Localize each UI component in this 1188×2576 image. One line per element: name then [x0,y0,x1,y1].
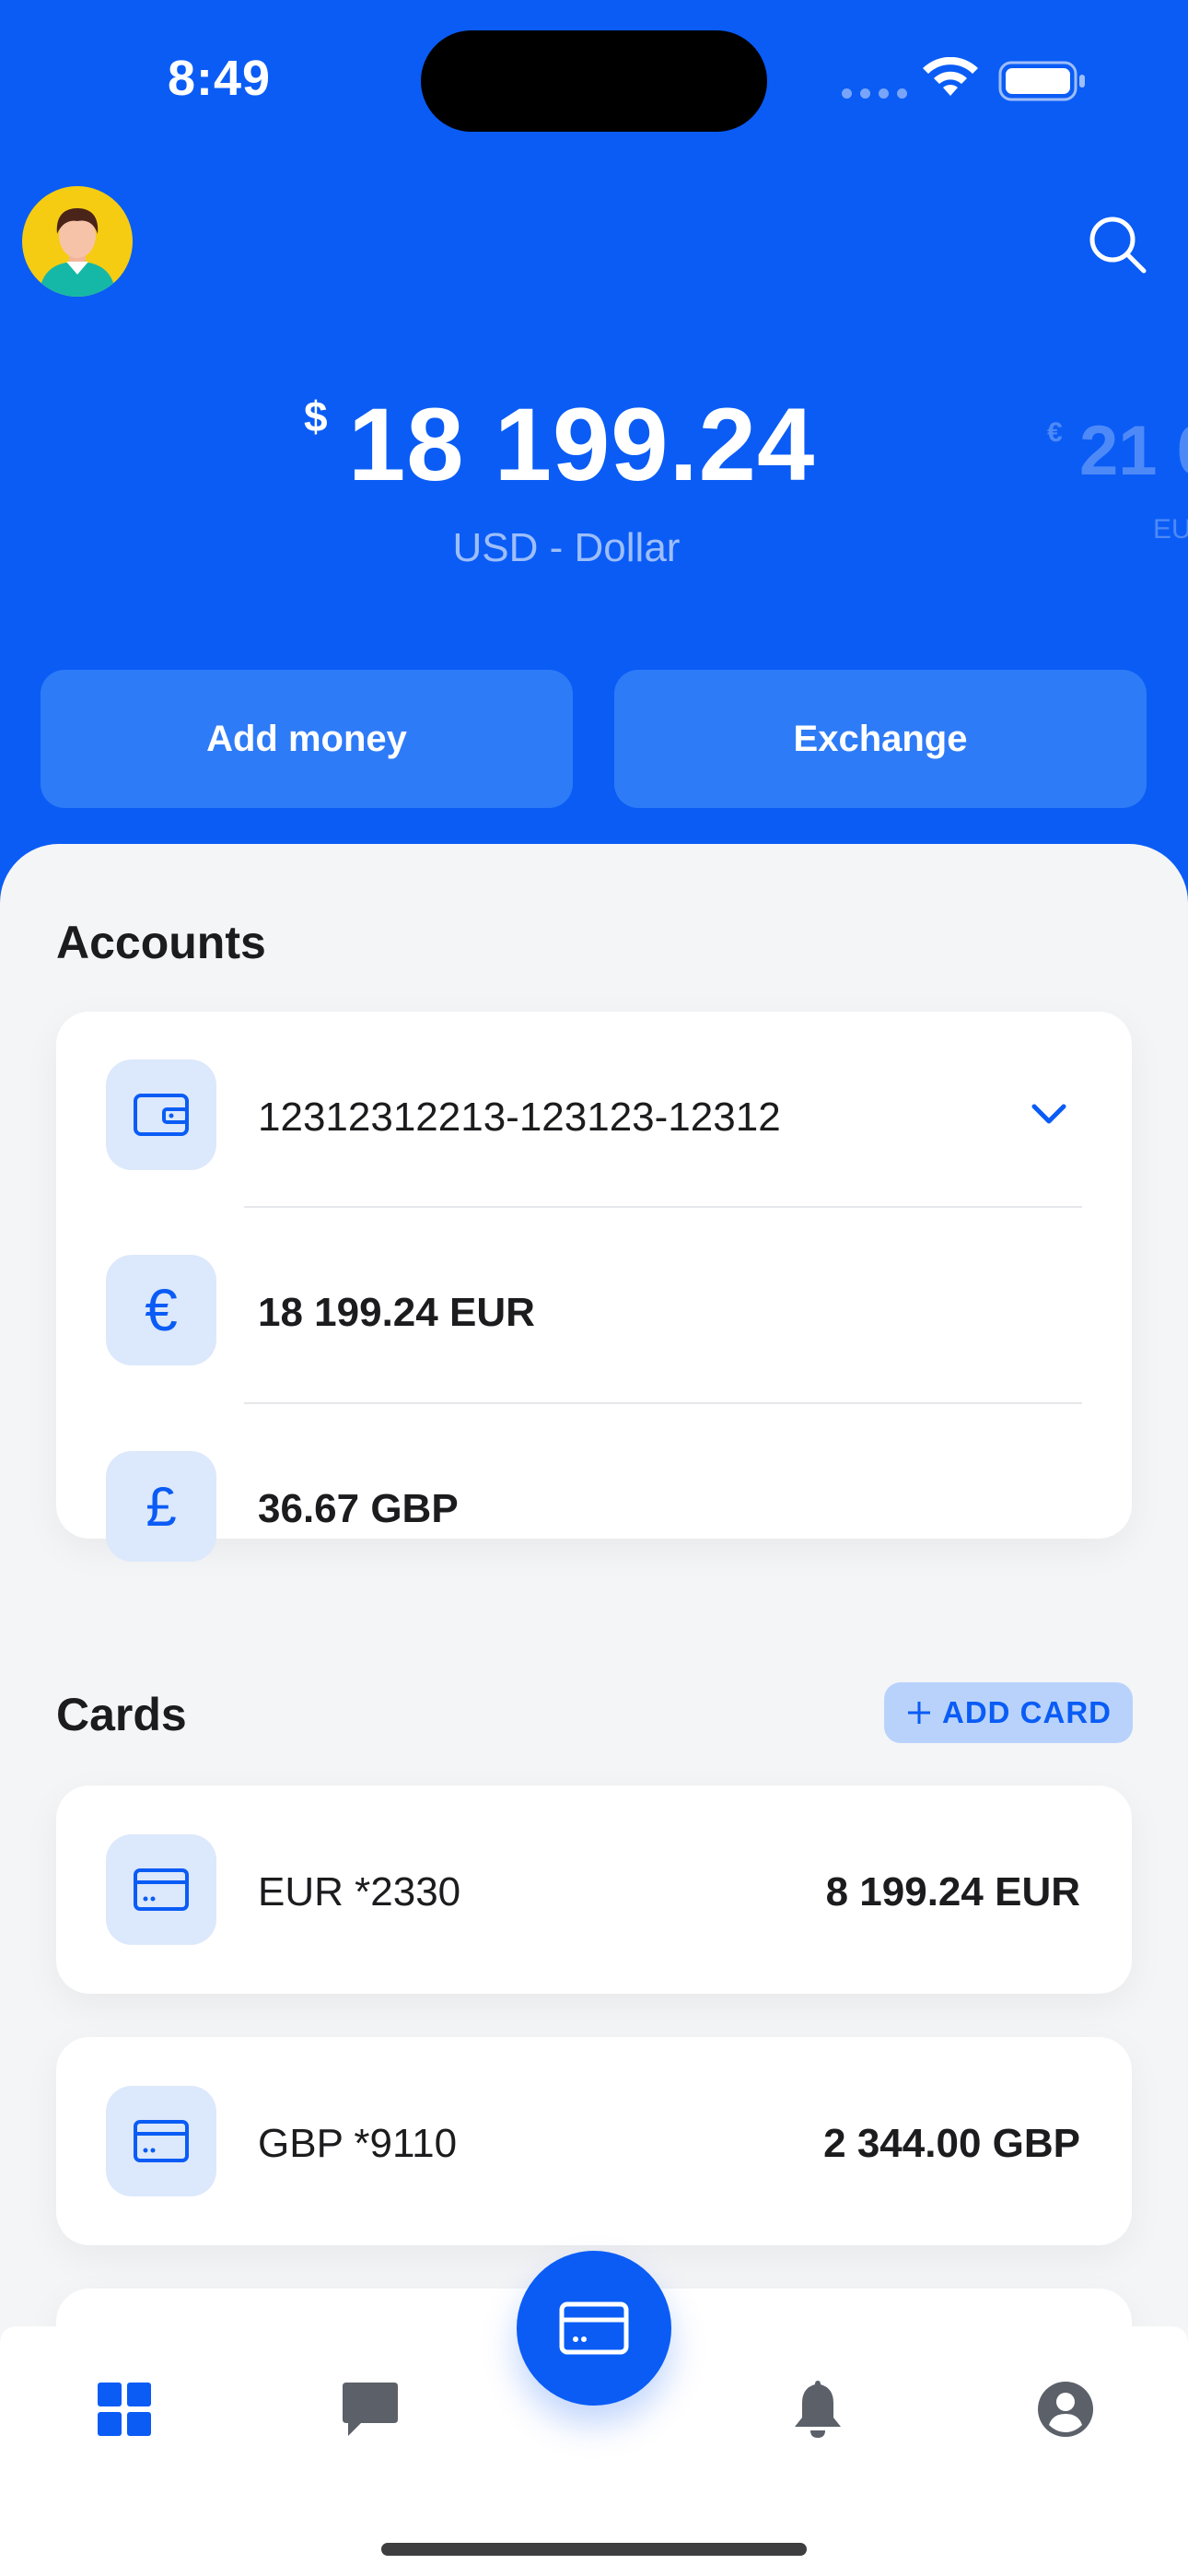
euro-icon: € [106,1255,216,1365]
card-balance: 2 344.00 GBP [823,2121,1080,2166]
account-balance-label: 36.67 GBP [258,1486,459,1531]
wallet-icon [106,1060,216,1170]
avatar[interactable] [22,186,133,297]
dynamic-island [421,30,767,132]
pound-icon: £ [106,1451,216,1562]
divider [244,1206,1082,1208]
tab-dashboard[interactable] [92,2377,157,2441]
status-time: 8:49 [168,51,272,106]
divider [244,1402,1082,1404]
chevron-down-icon[interactable] [1031,1102,1067,1126]
account-number: 12312312213-123123-12312 [258,1095,781,1140]
credit-card-icon [106,1834,216,1945]
card-item[interactable]: EUR *2330 8 199.24 EUR [56,1786,1132,1994]
credit-card-icon [106,2086,216,2196]
card-name: GBP *9110 [258,2121,458,2166]
card-balance: 8 199.24 EUR [825,1869,1080,1914]
balance-next-symbol: € [1047,417,1063,448]
balance-next-amount: 21 0 [1079,412,1188,490]
add-money-button[interactable]: Add money [41,670,573,808]
account-balance-label: 18 199.24 EUR [258,1290,535,1335]
add-card-button[interactable]: ADD CARD [884,1682,1133,1743]
home-indicator[interactable] [381,2543,807,2556]
add-card-label: ADD CARD [942,1695,1112,1729]
credit-card-icon [559,2301,629,2355]
balance-currency-label: USD - Dollar [452,525,681,570]
balance-currency-symbol: $ [304,392,328,440]
tab-messages[interactable] [338,2377,402,2441]
user-avatar-icon [39,208,116,297]
dashboard-grid-icon [98,2383,151,2436]
tab-notifications[interactable] [786,2377,850,2441]
accounts-title: Accounts [56,917,266,968]
balance-next-currency: EU [1153,514,1188,544]
profile-icon [1038,2382,1093,2437]
cards-title: Cards [56,1689,187,1740]
battery-icon [998,61,1085,101]
cards-fab-button[interactable] [517,2251,671,2406]
wifi-icon [923,57,978,96]
balance-amount: 18 199.24 [348,387,816,502]
exchange-button[interactable]: Exchange [614,670,1147,808]
plus-icon [908,1702,930,1724]
accounts-card: 12312312213-123123-12312 € 18 199.24 EUR… [56,1012,1132,1562]
card-name: EUR *2330 [258,1869,461,1914]
tab-profile[interactable] [1033,2377,1098,2441]
bell-icon [795,2381,841,2438]
signal-dots-icon [842,88,907,99]
search-icon[interactable] [1085,212,1149,276]
card-item[interactable]: GBP *9110 2 344.00 GBP [56,2037,1132,2245]
hero-header: 8:49 $ 18 199.24 USD - Dollar € 21 0 EU … [0,0,1188,884]
chat-bubble-icon [343,2383,398,2436]
